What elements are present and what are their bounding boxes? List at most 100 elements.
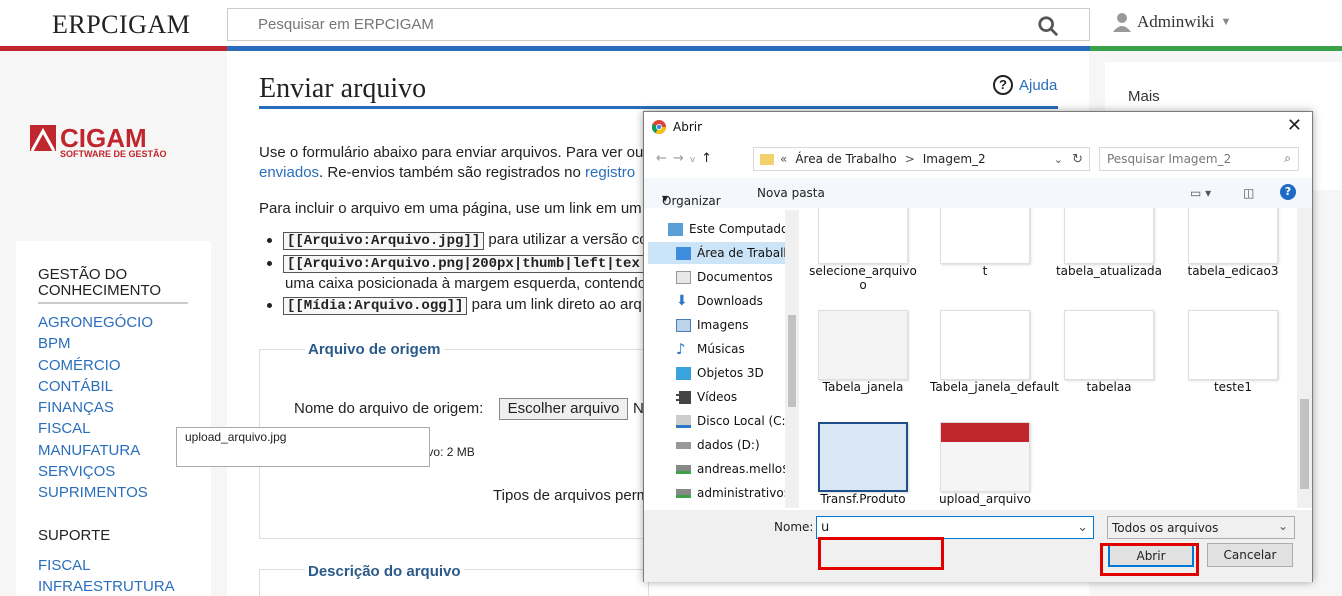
nav-item-documents[interactable]: Documentos — [676, 266, 796, 288]
file-item[interactable]: upload_arquivo — [930, 422, 1040, 506]
file-item[interactable]: Transf.Produto — [808, 422, 918, 506]
desktop-icon — [676, 246, 691, 260]
nav-item-desktop[interactable]: Área de Trabalho — [648, 242, 791, 264]
filename-suggestion-list: upload_arquivo.jpg — [176, 427, 430, 467]
file-item[interactable]: Tabela_janela_default — [930, 310, 1059, 394]
nav-item-music[interactable]: ♪ Músicas — [676, 338, 796, 360]
file-thumbnail — [940, 422, 1030, 492]
bullet-icon — [267, 302, 272, 308]
back-arrow-icon[interactable]: ← — [656, 151, 673, 166]
nav-item-downloads[interactable]: ⬇ Downloads — [676, 290, 796, 312]
intro-line-2: enviados. Re-envios também são registrad… — [259, 164, 635, 181]
file-item[interactable]: tabela_atualizada — [1054, 208, 1164, 278]
file-thumbnail — [818, 310, 908, 380]
sidebar-menu: GESTÃO DO CONHECIMENTO AGRONEGÓCIO BPM C… — [16, 241, 211, 596]
chevron-down-icon: ▼ — [662, 194, 669, 203]
sidebar-item-suprimentos[interactable]: SUPRIMENTOS — [38, 482, 211, 503]
cancel-button[interactable]: Cancelar — [1207, 543, 1293, 567]
help-icon: ? — [993, 75, 1013, 95]
nav-item-3d-objects[interactable]: Objetos 3D — [676, 362, 796, 384]
site-brand[interactable]: ERPCIGAM — [52, 10, 190, 40]
chevron-down-icon: ▼ — [1220, 16, 1232, 28]
nav-item-images[interactable]: Imagens — [676, 314, 796, 336]
sidebar-item-financas[interactable]: FINANÇAS — [38, 397, 211, 418]
preview-pane-icon[interactable]: ◫ — [1243, 186, 1254, 200]
file-item[interactable]: tabelaa — [1054, 310, 1164, 394]
file-item[interactable]: selecione_arquivo o — [808, 208, 918, 292]
nav-item-label: Este Computador — [689, 222, 788, 236]
address-bar[interactable]: « Área de Trabalho > Imagem_2 ⌄ ↻ — [753, 147, 1090, 171]
file-item[interactable]: t — [930, 208, 1040, 278]
video-icon — [676, 390, 691, 404]
list-item: [[Arquivo:Arquivo.jpg]] para utilizar a … — [267, 231, 648, 250]
sidebar-item-support-fiscal[interactable]: FISCAL — [38, 555, 211, 576]
logo-subtext: SOFTWARE DE GESTÃO — [60, 149, 167, 159]
file-item[interactable]: tabela_edicao3 — [1178, 208, 1288, 278]
breadcrumb-desktop[interactable]: Área de Trabalho — [795, 152, 896, 166]
section-heading-support: SUPORTE — [38, 526, 111, 544]
sidebar-item-bpm[interactable]: BPM — [38, 333, 211, 354]
file-type-select[interactable]: Todos os arquivos ⌄ — [1107, 516, 1295, 539]
user-menu[interactable]: Adminwiki ▼ — [1113, 12, 1231, 32]
nav-item-local-disk[interactable]: Disco Local (C:) — [676, 410, 796, 432]
file-grid-scrollbar-thumb[interactable] — [1300, 399, 1309, 489]
page-title: Enviar arquivo — [259, 73, 427, 104]
list-item: [[Arquivo:Arquivo.png|200px|thumb|left|t… — [267, 254, 644, 273]
file-name: o — [859, 278, 867, 292]
file-name: Tabela_janela — [822, 380, 904, 394]
more-label[interactable]: Mais — [1128, 88, 1160, 105]
choose-file-button[interactable]: Escolher arquivo — [499, 398, 628, 420]
close-icon[interactable]: ✕ — [1287, 115, 1302, 136]
list-item-text: para utilizar a versão co — [484, 231, 648, 248]
chevron-down-icon[interactable]: ⌄ — [1054, 153, 1063, 166]
up-arrow-icon[interactable]: ↑ — [701, 151, 718, 166]
folder-search-input[interactable]: Pesquisar Imagem_2 ⌕ — [1099, 147, 1299, 171]
nav-item-network-admin[interactable]: administrativo$ — [676, 482, 796, 504]
help-icon[interactable]: ? — [1280, 184, 1296, 200]
music-icon: ♪ — [676, 339, 686, 358]
sidebar-item-contabil[interactable]: CONTÁBIL — [38, 376, 211, 397]
left-sidebar: CIGAM SOFTWARE DE GESTÃO GESTÃO DO CONHE… — [0, 51, 227, 596]
title-underline — [259, 106, 1058, 109]
organize-label: Organizar — [662, 194, 721, 208]
download-icon: ⬇ — [676, 292, 688, 309]
nav-item-videos[interactable]: Vídeos — [676, 386, 796, 408]
log-link[interactable]: registro — [585, 164, 635, 181]
chevron-down-icon[interactable]: v — [690, 155, 701, 165]
nav-item-this-pc[interactable]: Este Computador — [668, 218, 788, 240]
cigam-logo[interactable]: CIGAM SOFTWARE DE GESTÃO — [30, 123, 198, 162]
forward-arrow-icon[interactable]: → — [673, 151, 690, 166]
new-folder-button[interactable]: Nova pasta — [757, 186, 825, 200]
breadcrumb-folder[interactable]: Imagem_2 — [923, 152, 986, 166]
bullet-icon — [267, 237, 272, 243]
documents-icon — [676, 270, 691, 284]
search-icon[interactable] — [1037, 15, 1059, 37]
file-thumbnail — [940, 208, 1030, 264]
uploaded-files-link[interactable]: enviados — [259, 164, 319, 181]
dialog-toolbar: Organizar ▼ Nova pasta ▭ ▾ ◫ ? — [644, 178, 1312, 208]
breadcrumb-root[interactable]: « — [780, 152, 787, 166]
chevron-down-icon[interactable]: ⌄ — [1077, 520, 1088, 535]
help-link[interactable]: ? Ajuda — [993, 75, 1057, 95]
nav-item-data-drive[interactable]: dados (D:) — [676, 434, 796, 456]
network-drive-icon — [676, 488, 691, 498]
sidebar-item-infraestrutura[interactable]: INFRAESTRUTURA — [38, 576, 211, 596]
refresh-icon[interactable]: ↻ — [1072, 152, 1083, 167]
file-grid-scrollbar[interactable] — [1297, 208, 1312, 508]
file-item[interactable]: Tabela_janela — [808, 310, 918, 394]
nav-item-label: Disco Local (C:) — [697, 414, 791, 428]
filename-suggestion-item[interactable]: upload_arquivo.jpg — [182, 430, 424, 444]
search-input[interactable] — [228, 9, 1008, 40]
sidebar-item-comercio[interactable]: COMÉRCIO — [38, 355, 211, 376]
nav-item-label: Área de Trabalho — [697, 246, 791, 260]
file-thumbnail — [1064, 310, 1154, 380]
nav-scrollbar-thumb[interactable] — [788, 315, 796, 407]
bullet-icon — [267, 260, 272, 266]
search-box[interactable] — [227, 8, 1090, 41]
filename-input[interactable]: u ⌄ — [816, 516, 1094, 539]
file-item[interactable]: teste1 — [1178, 310, 1288, 394]
nav-item-network-andreas[interactable]: andreas.mello$ ( — [676, 458, 796, 480]
nav-scrollbar[interactable] — [785, 210, 799, 508]
sidebar-item-agronegocio[interactable]: AGRONEGÓCIO — [38, 312, 211, 333]
view-icon[interactable]: ▭ ▾ — [1190, 186, 1211, 200]
